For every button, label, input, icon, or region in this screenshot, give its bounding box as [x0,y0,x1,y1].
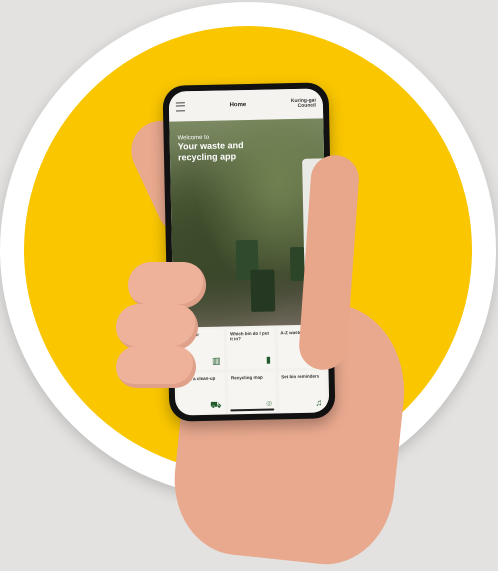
wheelie-bin [289,246,305,282]
tile-recycling-map[interactable]: Recycling map ⌾ [227,371,277,414]
welcome-text: Welcome to Your waste and recycling app [178,133,279,163]
bell-icon: ♫ [315,397,323,408]
truck-icon: ⛟ [210,399,222,410]
bin-icon: ▮ [265,354,272,365]
map-pin-icon: ⌾ [266,398,272,409]
hand-finger [128,262,206,308]
app-topbar: Home Kuring-gai Council [168,88,324,122]
welcome-heading: Your waste and recycling app [177,140,244,163]
tile-bin-reminders[interactable]: Set bin reminders ♫ [278,370,327,413]
council-logo: Kuring-gai Council [290,97,316,109]
wheelie-bin [250,269,276,312]
tile-which-bin[interactable]: Which bin do I put it in? ▮ [226,327,276,370]
page-title: Home [229,102,247,109]
bin-icon: ▥ [211,355,221,366]
hamburger-menu-icon[interactable] [175,101,186,111]
hand-finger [116,346,196,388]
hand-finger [116,304,198,350]
